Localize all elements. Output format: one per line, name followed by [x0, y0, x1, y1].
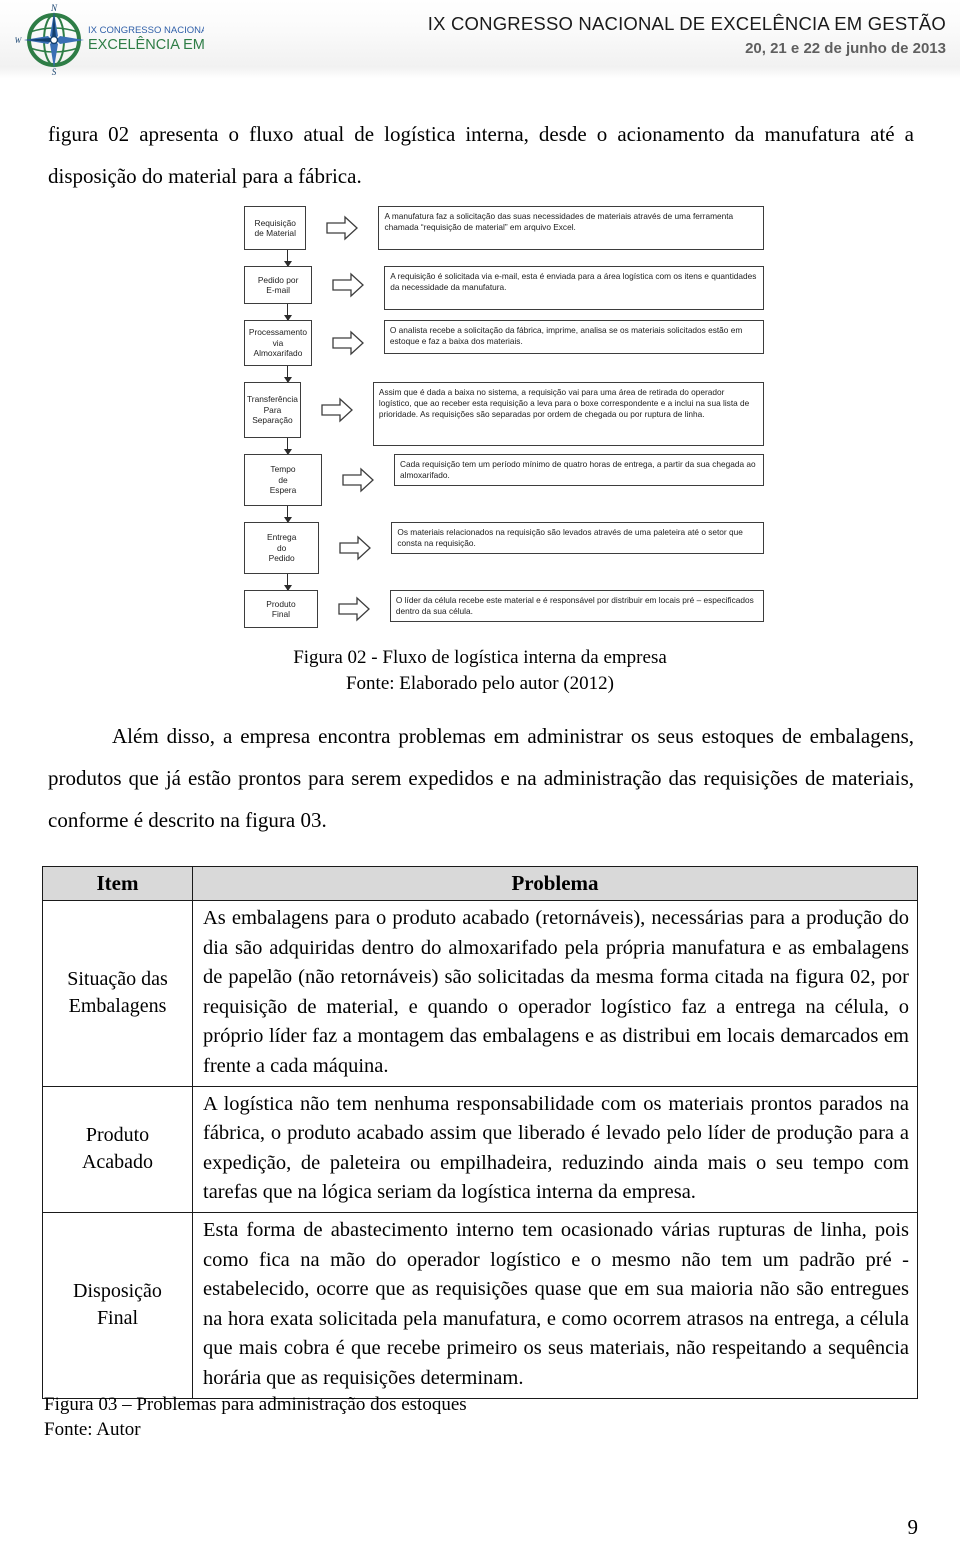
table-row: Disposição Final Esta forma de abastecime…	[42, 1211, 918, 1399]
table-row: Produto Acabado A logística não tem nenhu…	[42, 1085, 918, 1213]
flow-arrow-cell	[319, 522, 391, 574]
table-cell-problema: A logística não tem nenhuma responsabili…	[192, 1085, 918, 1213]
flow-connector	[283, 506, 292, 523]
flow-step-row: Requisição de Material A manufatura faz a…	[244, 206, 764, 250]
flow-step-box: Produto Final	[244, 590, 318, 628]
flow-arrow-cell	[312, 320, 384, 366]
table-cell-item: Disposição Final	[42, 1211, 193, 1399]
flow-step-description: A manufatura faz a solicitação das suas …	[378, 206, 764, 250]
flow-arrow-cell	[306, 206, 378, 250]
flow-step-row: Transferência Para Separação Assim que é d…	[244, 382, 764, 446]
right-arrow-icon	[342, 467, 374, 493]
header-title-block: IX CONGRESSO NACIONAL DE EXCELÊNCIA EM G…	[427, 13, 946, 58]
compass-w-label: W	[15, 36, 23, 45]
flow-arrow-cell	[312, 266, 384, 304]
table-row: Situação das Embalagens As embalagens par…	[42, 900, 918, 1087]
figure02-caption: Figura 02 - Fluxo de logística interna d…	[0, 645, 960, 697]
flow-connector	[283, 574, 292, 591]
right-arrow-icon	[326, 215, 359, 241]
intro-paragraph: figura 02 apresenta o fluxo atual de log…	[48, 122, 914, 188]
logo-line1-text: IX CONGRESSO NACIONAL DE	[88, 25, 204, 36]
flow-step-box: Processamento via Almoxarifado	[244, 320, 312, 366]
table-cell-item: Produto Acabado	[42, 1085, 193, 1213]
table-header-item: Item	[42, 866, 193, 901]
page-header: N S W IX CONGRESSO NACIONAL DE EXCELÊNCI…	[0, 0, 960, 78]
figure02-caption-line1: Figura 02 - Fluxo de logística interna d…	[293, 647, 667, 668]
congress-title: IX CONGRESSO NACIONAL DE EXCELÊNCIA EM G…	[427, 13, 946, 34]
flow-step-row: Processamento via Almoxarifado O analista …	[244, 320, 764, 366]
flow-step-row: Tempo de Espera Cada requisição tem um per…	[244, 454, 764, 506]
flow-connector	[283, 366, 292, 383]
table-cell-item: Situação das Embalagens	[42, 900, 193, 1087]
flow-step-description: Cada requisição tem um período mínimo de…	[394, 454, 764, 486]
flow-step-description: O analista recebe a solicitação da fábri…	[383, 320, 764, 354]
congress-date: 20, 21 e 22 de junho de 2013	[745, 40, 946, 58]
after-figure-paragraph: Além disso, a empresa encontra problemas…	[48, 724, 914, 832]
flow-step-description: A requisição é solicitada via e-mail, es…	[384, 266, 764, 310]
table-cell-problema: As embalagens para o produto acabado (re…	[192, 900, 918, 1087]
table-header-row: Item Problema	[42, 866, 918, 901]
flow-arrow-cell	[301, 382, 373, 438]
figure03-caption-line2: Fonte: Autor	[44, 1419, 141, 1440]
flow-arrow-cell	[318, 590, 390, 628]
compass-s-label: S	[52, 67, 57, 76]
figure03-caption: Figura 03 – Problemas para administração…	[44, 1392, 467, 1442]
compass-n-label: N	[50, 3, 58, 13]
flow-step-box: Requisição de Material	[244, 206, 307, 250]
problems-table: Item Problema Situação das Embalagens As …	[42, 866, 918, 1399]
right-arrow-icon	[339, 535, 372, 561]
flow-step-description: Assim que é dada a baixa no sistema, a r…	[372, 382, 764, 446]
table-cell-problema: Esta forma de abastecimento interno tem …	[192, 1211, 918, 1399]
figure02-caption-line2: Fonte: Elaborado pelo autor (2012)	[345, 673, 615, 694]
right-arrow-icon	[332, 272, 365, 298]
table-header-problema: Problema	[192, 866, 918, 901]
flow-step-row: Entrega do Pedido Os materiais relacionado…	[244, 522, 764, 574]
flow-step-row: Produto Final O líder da célula recebe es…	[244, 590, 764, 628]
flow-connector	[283, 250, 292, 267]
congress-logo: N S W IX CONGRESSO NACIONAL DE EXCELÊNCI…	[14, 2, 204, 76]
flow-step-description: O líder da célula recebe este material e…	[389, 590, 764, 622]
figure02-flowchart: Requisição de Material A manufatura faz a…	[244, 206, 764, 638]
logo-line2-text: EXCELÊNCIA EM GESTÃO	[88, 36, 204, 53]
flow-step-box: Pedido por E-mail	[244, 266, 313, 304]
flow-step-row: Pedido por E-mail A requisição é solicita…	[244, 266, 764, 310]
page-number: 9	[907, 1515, 919, 1539]
right-arrow-icon	[332, 330, 364, 356]
flow-step-box: Transferência Para Separação	[244, 382, 301, 438]
right-arrow-icon	[338, 596, 370, 622]
right-arrow-icon	[321, 397, 353, 423]
flow-step-description: Os materiais relacionados na requisição …	[391, 522, 764, 554]
flow-step-box: Tempo de Espera	[244, 454, 322, 506]
figure03-caption-line1: Figura 03 – Problemas para administração…	[44, 1394, 467, 1415]
flow-step-box: Entrega do Pedido	[244, 522, 320, 574]
flow-arrow-cell	[322, 454, 394, 506]
